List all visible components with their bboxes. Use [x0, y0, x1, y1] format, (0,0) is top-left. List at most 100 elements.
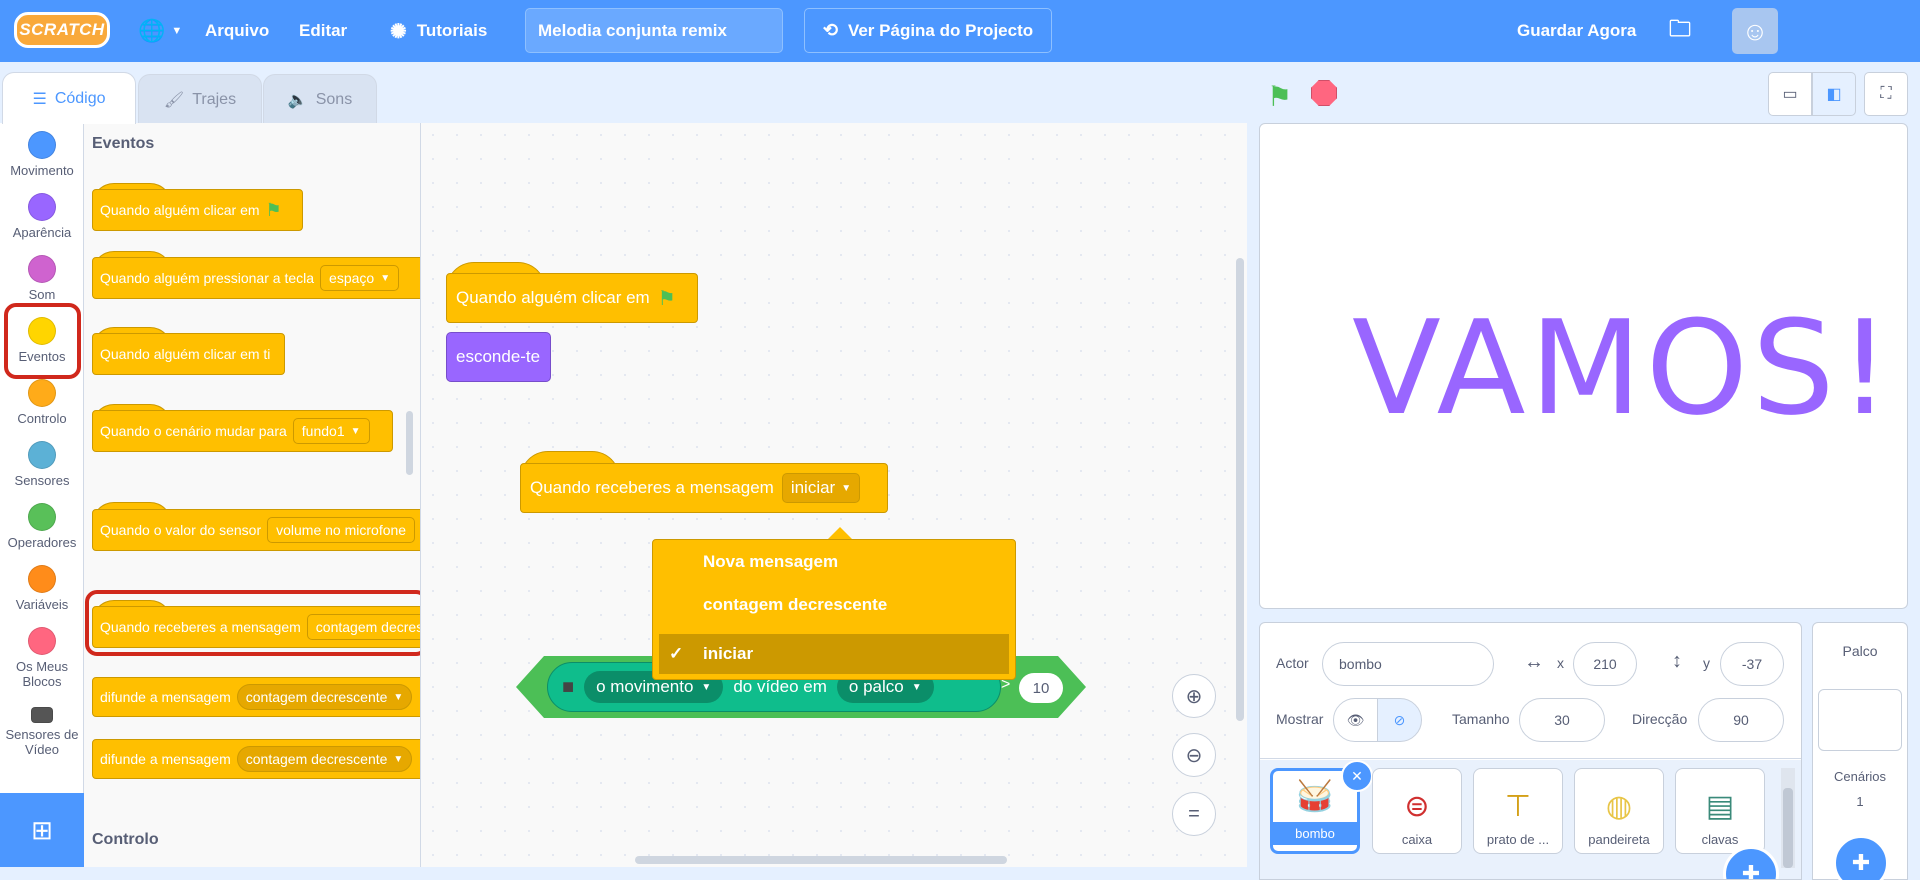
zoom-in-button[interactable]: ⊕	[1172, 674, 1216, 718]
eye-slash-icon: ⊘	[1393, 711, 1406, 728]
threshold-input[interactable]: 10	[1019, 673, 1063, 703]
dropdown-value: contagem decrescente	[245, 751, 388, 767]
category-variáveis[interactable]: Variáveis	[0, 565, 84, 612]
dropdown-value: o palco	[848, 677, 904, 696]
category-os-meus-blocos[interactable]: Os Meus Blocos	[0, 627, 84, 689]
direction-input[interactable]: 90	[1698, 698, 1784, 742]
tab-code[interactable]: ☰ Código	[2, 72, 136, 124]
show-label: Mostrar	[1276, 711, 1324, 727]
menu-bar: SCRATCH 🌐 ▼ Arquivo Editar ✺ Tutoriais M…	[0, 0, 1920, 62]
stage-target-pane[interactable]: Palco Cenários 1 ✚	[1812, 622, 1908, 880]
normal-stage-button[interactable]: ◧	[1812, 72, 1856, 116]
block-label: difunde a mensagem	[100, 751, 231, 767]
small-stage-button[interactable]: ▭	[1768, 72, 1812, 116]
sprite-name-input[interactable]: bombo	[1322, 642, 1494, 686]
block-broadcast-and-wait[interactable]: difunde a mensagem contagem decrescente ▼	[92, 739, 420, 779]
tab-sounds-label: Sons	[315, 90, 353, 108]
category-eventos[interactable]: Eventos	[0, 317, 84, 364]
tab-sounds[interactable]: 🔈 Sons	[263, 74, 377, 124]
category-sensores[interactable]: Sensores	[0, 441, 84, 488]
script-when-flag-clicked[interactable]: Quando alguém clicar em ⚑	[446, 273, 698, 323]
chevron-down-icon: ▼	[393, 753, 404, 765]
tutorials-button[interactable]: ✺ Tutoriais	[390, 0, 487, 62]
palette-heading-control: Controlo	[92, 831, 159, 848]
script-workspace[interactable]: Quando alguém clicar em ⚑ esconde-te Quan…	[421, 123, 1247, 867]
category-dot-icon	[28, 627, 56, 655]
backdrop-thumbnail[interactable]	[1818, 689, 1902, 751]
language-menu[interactable]: 🌐 ▼	[138, 0, 182, 62]
block-label: difunde a mensagem	[100, 689, 231, 705]
fullscreen-button[interactable]: ⛶	[1864, 72, 1908, 116]
sprite-list-scrollbar[interactable]	[1783, 788, 1793, 868]
stop-icon[interactable]	[1311, 80, 1337, 106]
category-menu: Movimento Aparência Som Eventos Controlo Sens…	[0, 123, 84, 793]
backdrops-count: 1	[1856, 794, 1864, 809]
chevron-down-icon: ▼	[393, 691, 404, 703]
menu-item-new-message[interactable]: Nova mensagem	[659, 542, 1009, 582]
sprite-name: clavas	[1701, 832, 1739, 847]
file-menu[interactable]: Arquivo	[205, 0, 269, 62]
message-dropdown[interactable]: iniciar ▼	[781, 473, 861, 503]
category-operadores[interactable]: Operadores	[0, 503, 84, 550]
zoom-out-button[interactable]: ⊖	[1172, 733, 1216, 777]
fullscreen-icon: ⛶	[1880, 85, 1892, 102]
delete-sprite-button[interactable]: ✕	[1341, 760, 1373, 792]
sprite-tile-caixa[interactable]: ⊜ caixa	[1372, 768, 1462, 854]
script-hide-block[interactable]: esconde-te	[446, 332, 551, 382]
menu-item-countdown[interactable]: contagem decrescente	[659, 585, 1009, 625]
key-dropdown[interactable]: espaço ▼	[320, 265, 400, 291]
stage-canvas[interactable]: VAMOS!	[1259, 123, 1908, 609]
block-when-flag-clicked[interactable]: Quando alguém clicar em ⚑	[92, 189, 303, 231]
sprite-info-pane: Actor bombo ↔ x 210 ↕ y -37 Mostrar 👁 ⊘ …	[1259, 622, 1802, 880]
edit-menu[interactable]: Editar	[299, 0, 347, 62]
add-backdrop-button[interactable]: ✚	[1833, 835, 1889, 880]
category-sensores-de-vídeo[interactable]: Sensores de Vídeo	[0, 707, 84, 757]
sprite-tile-clavas[interactable]: ▤ clavas	[1675, 768, 1765, 854]
project-page-button[interactable]: ⟲ Ver Página do Projecto	[804, 8, 1052, 53]
category-som[interactable]: Som	[0, 255, 84, 302]
menu-item-start[interactable]: ✓ iniciar	[659, 634, 1009, 674]
add-extension-button[interactable]: ⊞	[0, 793, 84, 867]
category-aparência[interactable]: Aparência	[0, 193, 84, 240]
workspace-horizontal-scrollbar[interactable]	[635, 856, 1007, 864]
backdrop-dropdown[interactable]: fundo1 ▼	[292, 418, 370, 444]
script-when-receive-message[interactable]: Quando receberes a mensagem iniciar ▼	[520, 463, 888, 513]
tab-code-label: Código	[54, 89, 106, 107]
block-when-key-pressed[interactable]: Quando alguém pressionar a tecla espaço ▼	[92, 257, 420, 299]
folder-icon[interactable]: 🗀	[1669, 0, 1691, 62]
block-when-sprite-clicked[interactable]: Quando alguém clicar em ti	[92, 333, 285, 375]
sensor-dropdown[interactable]: volume no microfone	[267, 517, 416, 543]
dropdown-value: espaço	[329, 270, 375, 286]
show-sprite-button[interactable]: 👁	[1333, 698, 1378, 742]
broadcast-dropdown[interactable]: contagem decrescente ▼	[236, 684, 413, 710]
broadcast-wait-dropdown[interactable]: contagem decrescente ▼	[236, 746, 413, 772]
hide-sprite-button[interactable]: ⊘	[1377, 698, 1422, 742]
checkmark-icon: ✓	[669, 644, 684, 663]
project-title-input[interactable]: Melodia conjunta remix	[525, 8, 783, 53]
green-flag-icon[interactable]: ⚑	[1267, 80, 1292, 113]
category-label: Sensores	[14, 473, 70, 488]
zoom-reset-button[interactable]: =	[1172, 792, 1216, 836]
category-dot-icon	[28, 379, 56, 407]
tab-costumes[interactable]: 🖌 Trajes	[138, 74, 262, 124]
snare-drum-icon: ⊜	[1404, 790, 1430, 823]
palette-scrollbar[interactable]	[406, 411, 413, 475]
message-dropdown-menu: Nova mensagem contagem decrescente ✓ inic…	[652, 539, 1016, 680]
y-input[interactable]: -37	[1720, 642, 1784, 686]
sprite-tile-pandeireta[interactable]: ◍ pandeireta	[1574, 768, 1664, 854]
sprite-tile-prato[interactable]: ⊤ prato de ...	[1473, 768, 1563, 854]
block-when-backdrop-switches[interactable]: Quando o cenário mudar para fundo1 ▼	[92, 410, 393, 452]
workspace-vertical-scrollbar[interactable]	[1236, 258, 1244, 721]
block-when-sensor-greater[interactable]: Quando o valor do sensor volume no micro…	[92, 509, 420, 551]
avatar[interactable]: ☺	[1732, 8, 1778, 54]
block-broadcast[interactable]: difunde a mensagem contagem decrescente ▼	[92, 677, 420, 717]
category-label: Aparência	[12, 225, 72, 240]
x-input[interactable]: 210	[1573, 642, 1637, 686]
save-now-button[interactable]: Guardar Agora	[1517, 0, 1636, 62]
size-input[interactable]: 30	[1519, 698, 1605, 742]
category-movimento[interactable]: Movimento	[0, 131, 84, 178]
tutorials-label: Tutoriais	[416, 21, 488, 40]
scratch-logo[interactable]: SCRATCH	[14, 12, 110, 48]
dropdown-value: o movimento	[596, 677, 694, 696]
category-controlo[interactable]: Controlo	[0, 379, 84, 426]
